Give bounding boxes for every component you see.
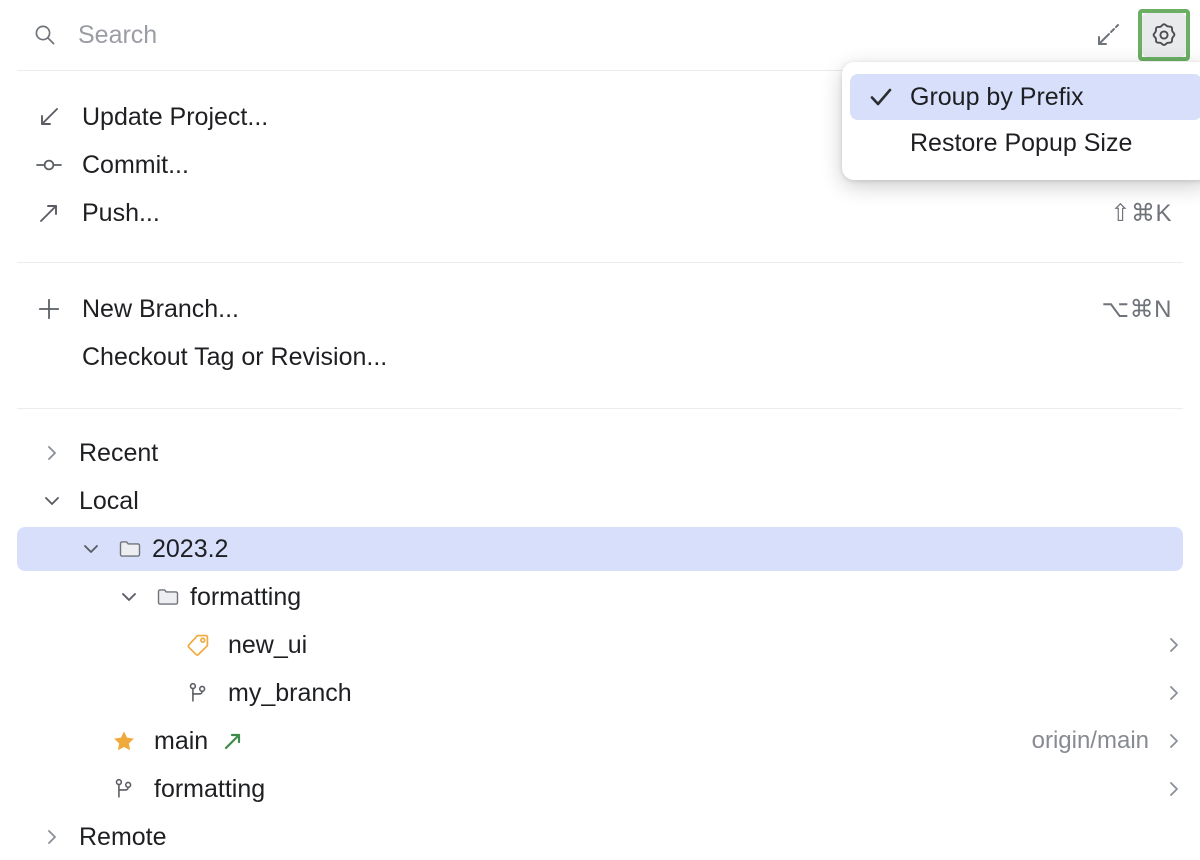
gear-icon[interactable] [1142,13,1186,57]
tree-node-label: Remote [79,823,167,852]
tree-node-label: new_ui [228,631,307,660]
divider-mid [17,262,1183,263]
folder-icon [156,585,180,609]
tree-folder-2023-2[interactable]: 2023.2 [17,527,1183,571]
branch-icon [186,681,210,705]
branch-icon [112,777,136,801]
menu-item-label: Checkout Tag or Revision... [82,343,387,372]
chevron-right-icon[interactable] [1165,780,1183,798]
tree-node-label: formatting [190,583,301,612]
divider-bottom [17,408,1183,409]
tree-folder-formatting[interactable]: formatting [17,575,1183,619]
menu-item-label: Restore Popup Size [910,129,1132,158]
outgoing-changes-icon [222,730,244,752]
menu-item-restore-popup-size[interactable]: Restore Popup Size [850,120,1200,166]
menu-item-push[interactable]: Push... ⇧⌘K [0,189,1200,237]
tree-branch-my-branch[interactable]: my_branch [17,671,1183,715]
search-icon [34,24,56,46]
plus-icon [36,296,62,322]
chevron-right-icon[interactable] [41,826,63,848]
search-bar [0,0,1200,70]
tree-node-label: Local [79,487,139,516]
commit-icon [36,152,62,178]
settings-button-highlight [1138,9,1190,61]
tag-icon [186,633,210,657]
menu-item-label: Update Project... [82,103,268,132]
menu-item-shortcut: ⇧⌘K [1110,199,1172,228]
menu-item-label: New Branch... [82,295,239,324]
tree-node-label: formatting [154,775,265,804]
tree-group-remote[interactable]: Remote [17,815,1183,859]
tracking-branch-label: origin/main [1032,727,1149,755]
tree-node-label: Recent [79,439,158,468]
update-project-icon [36,104,62,130]
menu-item-group-by-prefix[interactable]: Group by Prefix [850,74,1200,120]
toolbar-buttons [1086,9,1190,61]
collapse-arrow-icon[interactable] [1086,13,1130,57]
checkmark-icon [868,84,894,110]
folder-icon [118,537,142,561]
branches-popup: Update Project... Commit... Push... ⇧⌘K [0,0,1200,860]
chevron-down-icon[interactable] [118,586,140,608]
chevron-down-icon[interactable] [41,490,63,512]
push-icon [36,200,62,226]
chevron-down-icon[interactable] [80,538,102,560]
tree-tag-new-ui[interactable]: new_ui [17,623,1183,667]
chevron-right-icon[interactable] [41,442,63,464]
menu-item-checkout-tag-or-revision[interactable]: Checkout Tag or Revision... [0,333,1200,381]
menu-item-new-branch[interactable]: New Branch... ⌥⌘N [0,285,1200,333]
tree-node-label: my_branch [228,679,352,708]
tree-branch-main[interactable]: main origin/main [17,719,1183,763]
menu-item-label: Push... [82,199,160,228]
tree-group-recent[interactable]: Recent [17,431,1183,475]
tree-node-label: main [154,727,208,756]
search-input[interactable] [78,21,1086,50]
chevron-right-icon[interactable] [1165,636,1183,654]
chevron-right-icon[interactable] [1165,684,1183,702]
menu-item-label: Commit... [82,151,189,180]
star-icon [112,729,136,753]
tree-node-label: 2023.2 [152,535,228,564]
tree-group-local[interactable]: Local [17,479,1183,523]
chevron-right-icon[interactable] [1165,732,1183,750]
menu-item-label: Group by Prefix [910,83,1084,112]
menu-item-shortcut: ⌥⌘N [1102,295,1173,324]
settings-dropdown-menu: Group by Prefix Restore Popup Size [842,62,1200,180]
tree-branch-formatting[interactable]: formatting [17,767,1183,811]
